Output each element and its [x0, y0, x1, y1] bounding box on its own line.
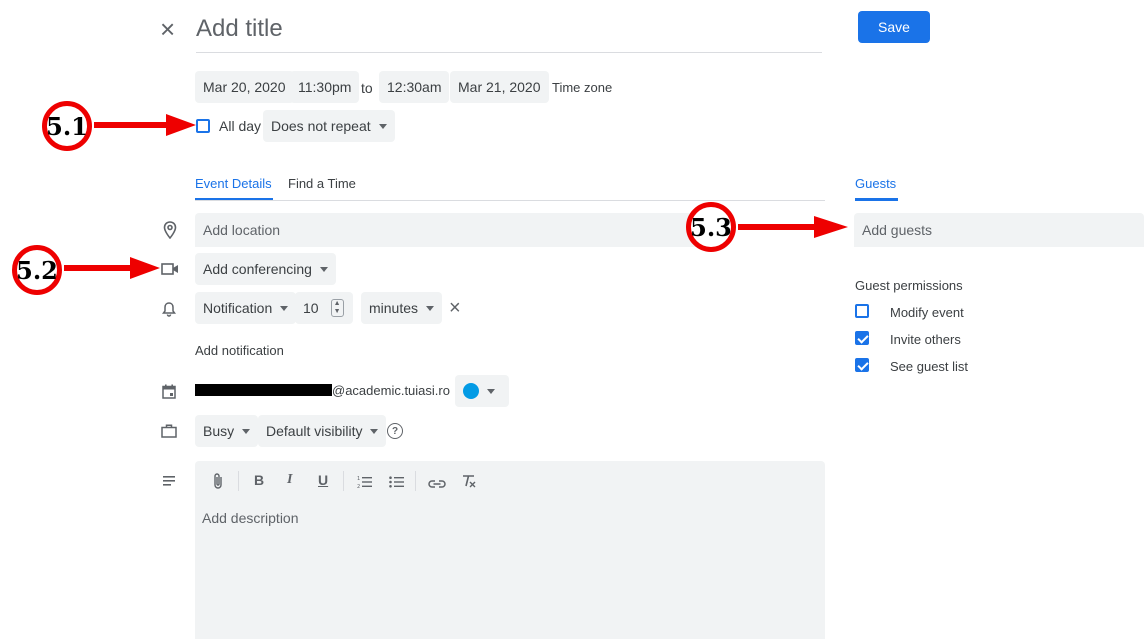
arrow-5-2: [64, 257, 160, 279]
annotation-arrows: [64, 114, 848, 279]
annotation-5-1: 5.1: [42, 101, 92, 151]
annotation-5-3: 5.3: [686, 202, 736, 252]
arrow-5-3: [738, 216, 848, 238]
annotation-5-2: 5.2: [12, 245, 62, 295]
arrow-5-1: [94, 114, 196, 136]
